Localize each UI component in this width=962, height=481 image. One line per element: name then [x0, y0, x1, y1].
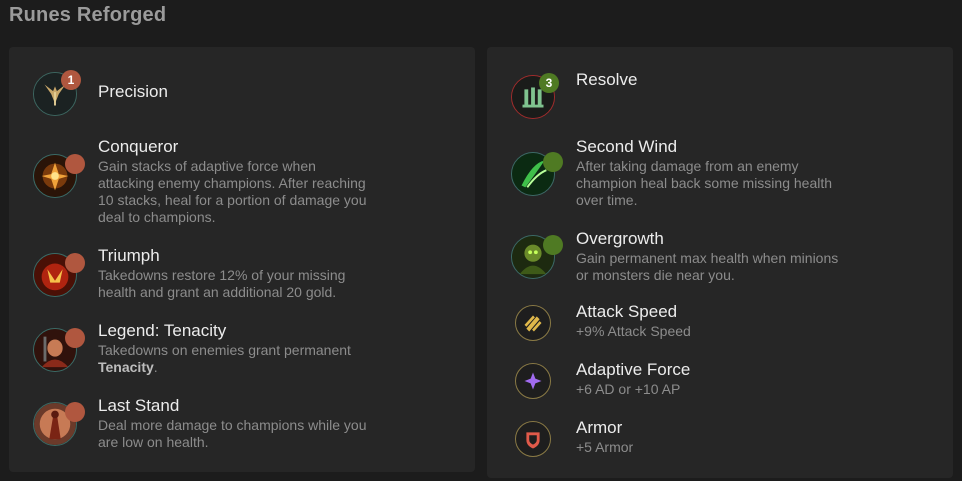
rune-name: Last Stand — [98, 396, 180, 415]
page-title: Runes Reforged — [9, 4, 167, 26]
primary-tree-badge: 1 — [61, 70, 81, 90]
secondary-tree-header[interactable]: 3 Resolve — [511, 70, 638, 119]
shard-attack-speed[interactable]: Attack Speed +9% Attack Speed — [511, 302, 846, 341]
rune-conqueror[interactable]: Conqueror Gain stacks of adaptive force … — [33, 137, 368, 226]
last-stand-selected-dot — [65, 402, 85, 422]
secondary-tree-panel: 3 Resolve Second Wind After taking damag… — [487, 47, 953, 478]
rune-last-stand[interactable]: Last Stand Deal more damage to champions… — [33, 396, 368, 451]
rune-description: Gain stacks of adaptive force when attac… — [98, 158, 367, 225]
shard-description: +6 AD or +10 AP — [576, 381, 681, 397]
shard-armor[interactable]: Armor +5 Armor — [511, 418, 846, 457]
legend-tenacity-selected-dot — [65, 328, 85, 348]
shard-name: Adaptive Force — [576, 360, 691, 379]
adaptive-force-icon — [515, 363, 551, 399]
primary-tree-panel: 1 Precision Conqueror Gain stacks of ada… — [9, 47, 475, 472]
shard-description: +9% Attack Speed — [576, 323, 691, 339]
rune-description-keyword: Tenacity — [98, 359, 154, 375]
rune-name: Legend: Tenacity — [98, 321, 227, 340]
shard-adaptive-force[interactable]: Adaptive Force +6 AD or +10 AP — [511, 360, 846, 399]
shard-name: Attack Speed — [576, 302, 678, 321]
rune-description: Deal more damage to champions while you … — [98, 417, 367, 450]
secondary-tree-badge: 3 — [539, 73, 559, 93]
second-wind-selected-dot — [543, 152, 563, 172]
attack-speed-icon — [515, 305, 551, 341]
secondary-tree-name: Resolve — [576, 70, 638, 89]
primary-tree-header[interactable]: 1 Precision — [33, 70, 168, 116]
rune-description: Gain permanent max health when minions o… — [576, 250, 839, 283]
shard-description: +5 Armor — [576, 439, 634, 455]
rune-triumph[interactable]: Triumph Takedowns restore 12% of your mi… — [33, 246, 368, 301]
rune-name: Overgrowth — [576, 229, 664, 248]
rune-legend-tenacity[interactable]: Legend: Tenacity Takedowns on enemies gr… — [33, 321, 368, 376]
rune-name: Second Wind — [576, 137, 678, 156]
conqueror-selected-dot — [65, 154, 85, 174]
rune-name: Triumph — [98, 246, 160, 265]
rune-name: Conqueror — [98, 137, 179, 156]
triumph-selected-dot — [65, 253, 85, 273]
rune-second-wind[interactable]: Second Wind After taking damage from an … — [511, 137, 846, 209]
rune-description: After taking damage from an enemy champi… — [576, 158, 833, 208]
primary-tree-name: Precision — [98, 82, 168, 101]
overgrowth-selected-dot — [543, 235, 563, 255]
shard-name: Armor — [576, 418, 623, 437]
rune-overgrowth[interactable]: Overgrowth Gain permanent max health whe… — [511, 229, 846, 284]
armor-icon — [515, 421, 551, 457]
rune-description: Takedowns on enemies grant permanent Tena… — [98, 342, 351, 375]
rune-description: Takedowns restore 12% of your missing he… — [98, 267, 346, 300]
